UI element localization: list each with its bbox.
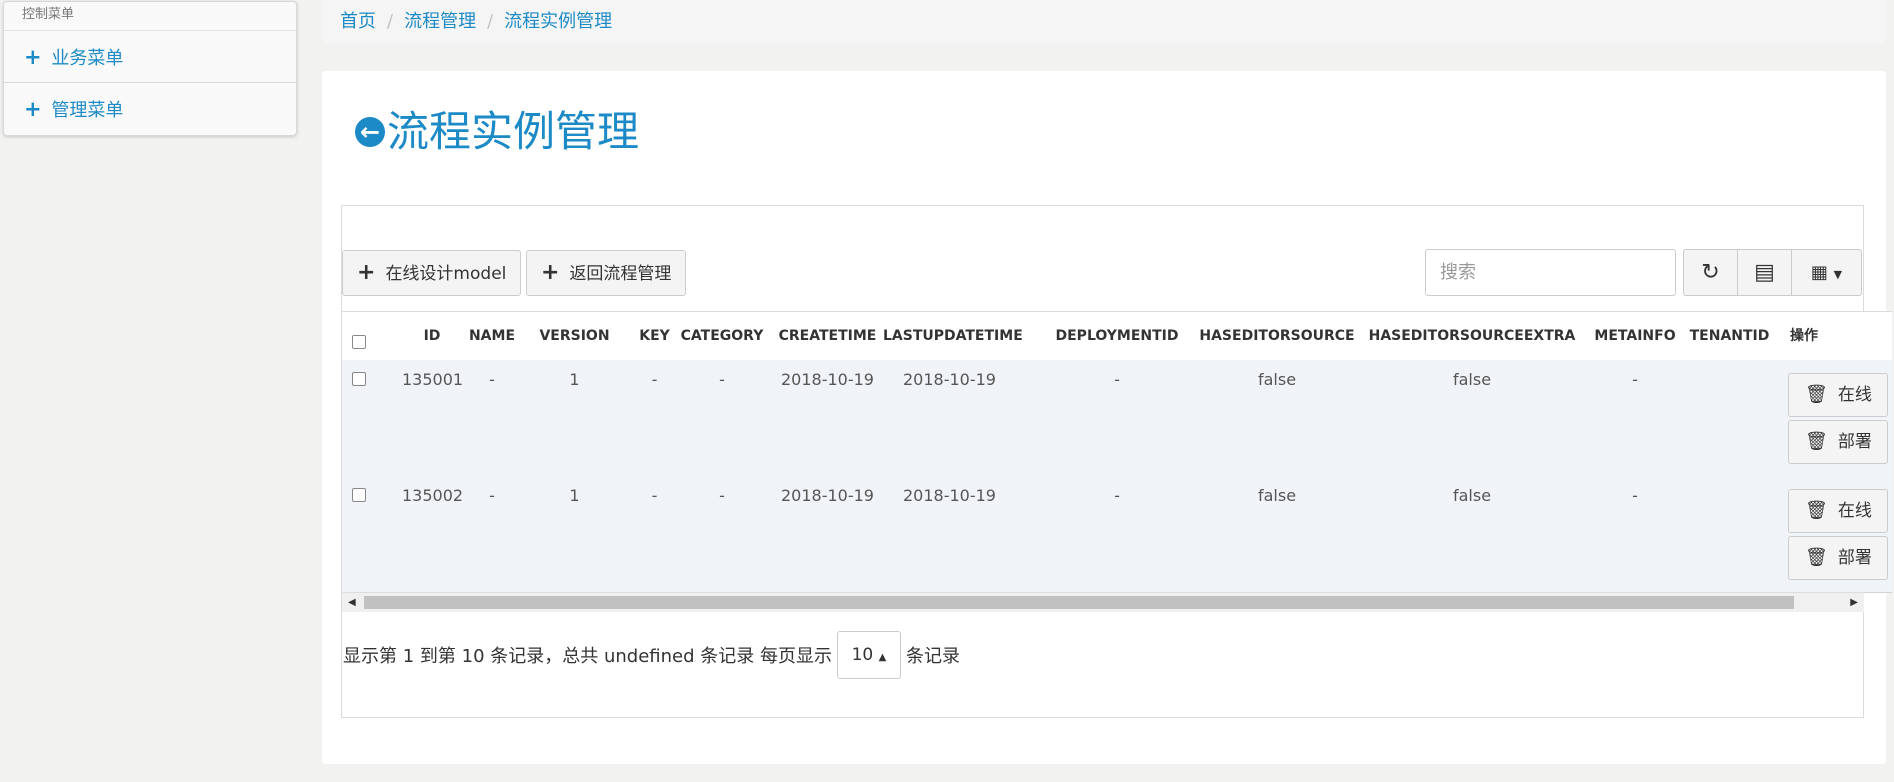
cell-name: - bbox=[489, 486, 495, 505]
pagination-summary: 显示第 1 到第 10 条记录，总共 undefined 条记录 每页显示 bbox=[343, 646, 832, 667]
back-to-process-button[interactable]: + 返回流程管理 bbox=[526, 250, 687, 296]
breadcrumb-separator: / bbox=[487, 11, 494, 32]
scroll-right-icon[interactable]: ▶ bbox=[1850, 593, 1858, 612]
cell-deploymentid: - bbox=[1114, 486, 1120, 505]
toggle-view-button[interactable]: ▤ bbox=[1737, 249, 1792, 296]
cell-haseditorsource: false bbox=[1257, 370, 1297, 389]
action-label: 在线 bbox=[1837, 385, 1872, 405]
deploy-button[interactable]: 🗑 部署 bbox=[1788, 536, 1888, 580]
design-model-label: 在线设计model bbox=[385, 264, 507, 284]
table-header: ID NAME VERSION KEY CATEGORY CREATETIME … bbox=[342, 311, 1892, 362]
action-label: 部署 bbox=[1837, 548, 1872, 568]
cell-deploymentid: - bbox=[1114, 370, 1120, 389]
cell-name: - bbox=[489, 370, 495, 389]
list-icon: ▤ bbox=[1754, 260, 1775, 285]
page-title: ← 流程实例管理 bbox=[355, 106, 639, 158]
cell-version: 1 bbox=[569, 486, 580, 505]
column-header[interactable]: ID bbox=[402, 312, 462, 361]
arrow-circle-left-icon[interactable]: ← bbox=[355, 117, 385, 147]
column-header[interactable]: LASTUPDATETIME bbox=[883, 312, 1023, 361]
trash-icon: 🗑 bbox=[1805, 384, 1828, 405]
cell-lastupdatetime: 2018-10-19 bbox=[903, 370, 996, 389]
column-header[interactable]: HASEDITORSOURCE bbox=[1194, 312, 1360, 361]
cell-category: - bbox=[719, 486, 725, 505]
cell-createtime: 2018-10-19 bbox=[781, 370, 874, 389]
plus-icon: + bbox=[541, 260, 560, 285]
search-input[interactable] bbox=[1425, 249, 1676, 296]
design-model-button[interactable]: + 在线设计model bbox=[342, 250, 522, 296]
action-label: 在线 bbox=[1837, 501, 1872, 521]
column-header[interactable]: CREATETIME bbox=[772, 312, 883, 361]
trash-icon: 🗑 bbox=[1805, 500, 1828, 521]
control-menu-panel: 控制菜单 + 业务菜单 + 管理菜单 bbox=[3, 1, 297, 136]
cell-haseditorsource: false bbox=[1257, 486, 1297, 505]
cell-version: 1 bbox=[569, 370, 580, 389]
horizontal-scrollbar[interactable]: ◀ ▶ bbox=[342, 592, 1864, 612]
page-size-value: 10 bbox=[851, 645, 874, 665]
columns-dropdown-button[interactable]: ▦ ▼ bbox=[1791, 249, 1862, 296]
plus-icon: + bbox=[357, 260, 376, 285]
cell-lastupdatetime: 2018-10-19 bbox=[903, 486, 996, 505]
plus-icon: + bbox=[24, 97, 42, 121]
scrollbar-thumb[interactable] bbox=[364, 596, 1794, 609]
online-design-button[interactable]: 🗑 在线 bbox=[1788, 489, 1888, 533]
cell-haseditorsourceextra: false bbox=[1452, 370, 1492, 389]
breadcrumb-current[interactable]: 流程实例管理 bbox=[504, 11, 612, 32]
cell-category: - bbox=[719, 370, 725, 389]
page-title-text: 流程实例管理 bbox=[387, 107, 640, 156]
online-design-button[interactable]: 🗑 在线 bbox=[1788, 373, 1888, 417]
trash-icon: 🗑 bbox=[1805, 431, 1828, 452]
sidebar-item-admin-menu[interactable]: + 管理菜单 bbox=[4, 83, 296, 134]
refresh-icon: ↻ bbox=[1701, 260, 1720, 285]
back-to-process-label: 返回流程管理 bbox=[569, 264, 672, 284]
column-header[interactable]: CATEGORY bbox=[672, 312, 772, 361]
pagination-suffix: 条记录 bbox=[905, 646, 960, 667]
column-header-actions: 操作 bbox=[1790, 328, 1818, 344]
select-all-checkbox[interactable] bbox=[352, 335, 366, 349]
sidebar-item-label: 管理菜单 bbox=[51, 100, 124, 121]
breadcrumb-home[interactable]: 首页 bbox=[340, 11, 376, 32]
column-header[interactable]: NAME bbox=[462, 312, 522, 361]
row-checkbox[interactable] bbox=[352, 372, 366, 386]
sidebar-item-label: 业务菜单 bbox=[51, 48, 124, 69]
action-label: 部署 bbox=[1837, 432, 1872, 452]
page-size-dropdown[interactable]: 10 ▲ bbox=[836, 631, 901, 679]
row-checkbox[interactable] bbox=[352, 488, 366, 502]
sidebar-header: 控制菜单 bbox=[4, 2, 296, 31]
deploy-button[interactable]: 🗑 部署 bbox=[1788, 420, 1888, 464]
table-row[interactable]: 135002 - 1 - - 2018-10-19 2018-10-19 - f… bbox=[342, 476, 1892, 593]
plus-icon: + bbox=[24, 45, 42, 69]
pagination-info: 显示第 1 到第 10 条记录，总共 undefined 条记录 每页显示 10… bbox=[343, 630, 960, 680]
column-header[interactable]: HASEDITORSOURCEEXTRA bbox=[1367, 312, 1577, 361]
sidebar-item-business-menu[interactable]: + 业务菜单 bbox=[4, 31, 296, 83]
column-header[interactable]: METAINFO bbox=[1590, 312, 1680, 361]
refresh-button[interactable]: ↻ bbox=[1683, 249, 1738, 296]
breadcrumb: 首页 / 流程管理 / 流程实例管理 bbox=[322, 0, 1886, 44]
caret-down-icon: ▼ bbox=[1833, 268, 1843, 281]
column-header[interactable]: VERSION bbox=[522, 312, 627, 361]
caret-up-icon: ▲ bbox=[878, 652, 887, 663]
table-row[interactable]: 135001 - 1 - - 2018-10-19 2018-10-19 - f… bbox=[342, 360, 1892, 477]
column-header[interactable]: TENANTID bbox=[1687, 312, 1772, 361]
cell-id: 135001 bbox=[402, 370, 464, 389]
breadcrumb-process-management[interactable]: 流程管理 bbox=[404, 11, 476, 32]
column-header[interactable]: DEPLOYMENTID bbox=[1052, 312, 1182, 361]
cell-metainfo: - bbox=[1632, 370, 1638, 389]
cell-haseditorsourceextra: false bbox=[1452, 486, 1492, 505]
cell-metainfo: - bbox=[1632, 486, 1638, 505]
trash-icon: 🗑 bbox=[1805, 547, 1828, 568]
breadcrumb-separator: / bbox=[387, 11, 394, 32]
grid-icon: ▦ bbox=[1810, 262, 1828, 283]
cell-id: 135002 bbox=[402, 486, 464, 505]
cell-createtime: 2018-10-19 bbox=[781, 486, 874, 505]
scroll-left-icon[interactable]: ◀ bbox=[348, 593, 356, 612]
